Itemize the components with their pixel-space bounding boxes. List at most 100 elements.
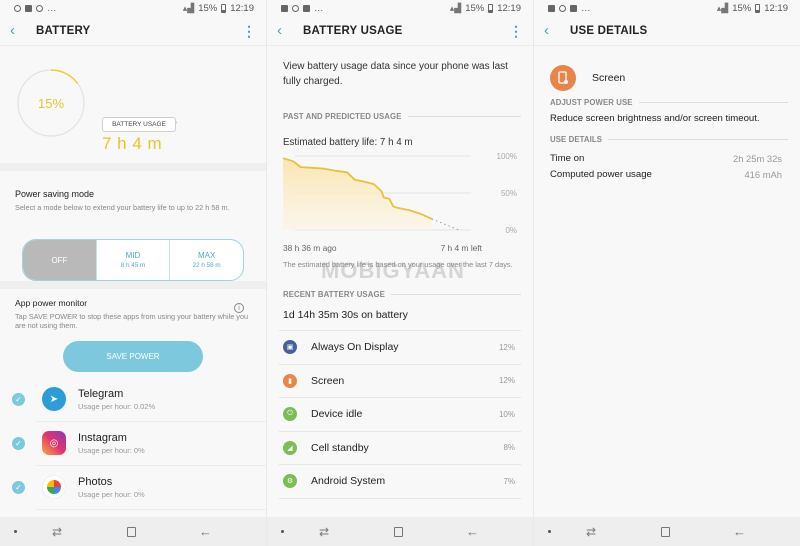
detail-value: 2h 25m 32s [733, 152, 782, 164]
app-usage: Usage per hour: 0.02% [78, 401, 156, 411]
detail-row-power-usage: Computed power usage 416 mAh [534, 166, 800, 182]
clock: 12:19 [230, 2, 254, 14]
use-details-screen: … ▴▟ 15% 12:19 ‹ USE DETAILS Screen ADJUST… [534, 0, 800, 546]
telegram-icon: ➤ [42, 387, 66, 412]
nav-dot-icon[interactable] [14, 530, 17, 533]
recent-apps-icon[interactable]: ⇄ [319, 525, 329, 539]
app-bar: ‹ BATTERY ⋮ [0, 16, 266, 46]
detail-label: Time on [550, 152, 585, 164]
notification-icon [559, 4, 566, 12]
mode-duration: 8 h 45 m [120, 262, 146, 269]
gallery-notif-icon [548, 4, 555, 12]
battery-icon [755, 3, 761, 13]
app-name: Telegram [78, 387, 124, 400]
app-power-monitor-description: Tap SAVE POWER to stop these apps from u… [15, 312, 249, 331]
screen-icon [550, 65, 576, 91]
app-row-photos[interactable]: ✓ Photos Usage per hour: 0% [12, 466, 266, 510]
battery-icon [221, 3, 227, 13]
usage-list: ▣ Always On Display 12% ▮ Screen 12% ⏻ Device i… [267, 331, 533, 499]
usage-name: Device idle [311, 408, 363, 421]
instagram-icon: ◎ [42, 431, 66, 456]
back-button[interactable]: ‹ [544, 22, 566, 39]
nav-dot-icon[interactable] [281, 530, 284, 533]
clock: 12:19 [497, 2, 521, 14]
instagram-notif-icon [36, 4, 43, 12]
power-saving-description: Select a mode below to extend your batte… [15, 203, 230, 212]
check-icon[interactable]: ✓ [12, 480, 25, 494]
battery-percent: 15% [198, 2, 218, 14]
recent-apps-icon[interactable]: ⇄ [586, 525, 596, 539]
back-button[interactable]: ‹ [277, 22, 299, 39]
status-bar: … ▴▟ 15% 12:19 [0, 0, 266, 16]
gallery-notif-icon [281, 4, 288, 12]
more-options-icon[interactable]: ⋮ [242, 24, 256, 38]
nav-back-icon[interactable]: ← [466, 524, 479, 539]
app-name: Photos [78, 475, 113, 488]
nav-back-icon[interactable]: ← [199, 524, 212, 539]
info-icon[interactable]: i [234, 303, 244, 313]
navigation-bar: ⇄ ← [534, 517, 800, 546]
usage-name: Cell standby [311, 441, 369, 454]
divider [608, 139, 788, 140]
check-icon[interactable]: ✓ [12, 392, 25, 406]
app-power-monitor-title: App power monitor [15, 298, 88, 308]
section-header-label: PAST AND PREDICTED USAGE [283, 112, 402, 121]
app-row-instagram[interactable]: ✓ ◎ Instagram Usage per hour: 0% [12, 422, 266, 466]
recent-apps-icon[interactable]: ⇄ [52, 525, 62, 539]
notification-icon [292, 4, 299, 12]
usage-row-cell-standby[interactable]: ◢ Cell standby 8% [279, 432, 521, 465]
signal-icon: ▴▟ [716, 2, 729, 13]
page-title: USE DETAILS [570, 24, 648, 37]
signal-icon: ▴▟ [449, 2, 462, 13]
divider [638, 102, 788, 103]
more-options-icon[interactable]: ⋮ [509, 24, 523, 38]
past-usage-area [283, 158, 432, 230]
save-power-button[interactable]: SAVE POWER [63, 340, 203, 372]
usage-chart: 100% 50% 0% 38 h 36 m ago 7 h 4 m left [267, 148, 533, 256]
nav-back-icon[interactable]: ← [733, 524, 746, 539]
estimate-note: The estimated battery life is based on y… [283, 260, 513, 269]
usage-name: Screen [311, 374, 345, 387]
mode-label: MAX [198, 251, 216, 260]
time-on-battery: 1d 14h 35m 30s on battery [279, 299, 521, 331]
predicted-usage-line [431, 218, 460, 231]
back-button[interactable]: ‹ [10, 22, 32, 39]
notification-icon [14, 4, 21, 12]
usage-percent: 7% [503, 476, 515, 486]
adjust-power-header: ADJUST POWER USE [534, 98, 800, 107]
home-icon[interactable] [394, 526, 403, 537]
more-notifications-icon: … [314, 2, 324, 14]
usage-row-device-idle[interactable]: ⏻ Device idle 10% [279, 398, 521, 432]
mode-mid[interactable]: MID 8 h 45 m [97, 240, 171, 280]
power-icon: ⏻ [283, 407, 297, 422]
more-notifications-icon: … [47, 2, 57, 14]
clock: 12:19 [764, 2, 788, 14]
detail-value: 416 mAh [744, 168, 782, 180]
mode-label: OFF [51, 255, 68, 265]
mode-duration: 22 h 58 m [192, 262, 221, 269]
battery-percent: 15% [732, 2, 752, 14]
signal-icon: ◢ [283, 440, 297, 455]
home-icon[interactable] [661, 526, 670, 537]
battery-usage-button[interactable]: BATTERY USAGE [102, 117, 176, 132]
mode-off[interactable]: OFF [23, 240, 97, 280]
battery-icon [488, 3, 494, 13]
usage-row-screen[interactable]: ▮ Screen 12% [279, 365, 521, 398]
usage-percent: 12% [498, 376, 515, 386]
app-row-telegram[interactable]: ✓ ➤ Telegram Usage per hour: 0.02% [12, 378, 266, 422]
usage-chart-svg: 100% 50% 0% 38 h 36 m ago 7 h 4 m left [282, 152, 517, 253]
app-bar: ‹ BATTERY USAGE ⋮ [267, 16, 533, 46]
battery-screen: … ▴▟15%12:19 ‹ BATTERY ⋮ 15% Estimated b… [0, 0, 266, 546]
page-title: BATTERY USAGE [303, 24, 403, 37]
usage-row-always-on-display[interactable]: ▣ Always On Display 12% [279, 331, 521, 365]
navigation-bar: ⇄ ← [0, 517, 266, 546]
divider [407, 116, 521, 117]
usage-row-android-system[interactable]: ⚙ Android System 7% [279, 465, 521, 499]
x-end-label: 7 h 4 m left [441, 243, 483, 253]
nav-dot-icon[interactable] [548, 530, 551, 533]
home-icon[interactable] [127, 526, 136, 537]
mode-max[interactable]: MAX 22 h 58 m [170, 240, 243, 280]
battery-usage-screen: … ▴▟ 15% 12:19 ‹ BATTERY USAGE ⋮ View batt… [267, 0, 533, 546]
check-icon[interactable]: ✓ [12, 436, 25, 450]
message-icon [570, 4, 577, 12]
